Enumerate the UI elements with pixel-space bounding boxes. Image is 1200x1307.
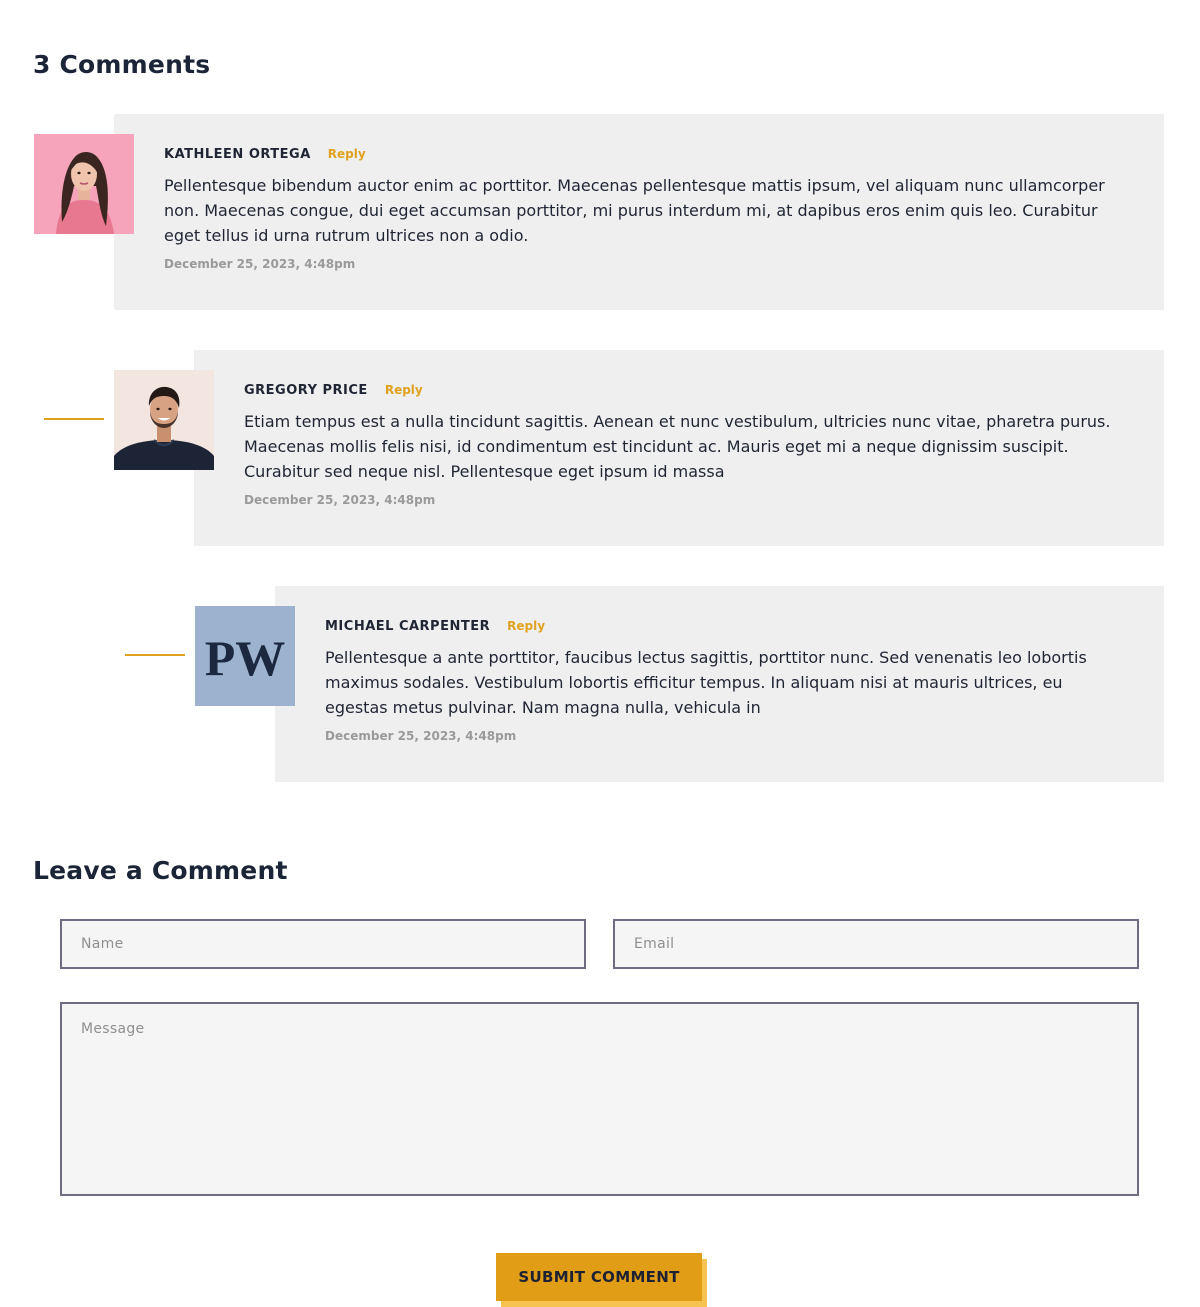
reply-link[interactable]: Reply — [507, 619, 545, 633]
comment-item: GREGORY PRICE Reply Etiam tempus est a n… — [0, 350, 1200, 546]
comment-date: December 25, 2023, 4:48pm — [244, 493, 436, 507]
comment-author: KATHLEEN ORTEGA — [164, 146, 311, 162]
name-input[interactable] — [60, 919, 586, 969]
comment-text: Pellentesque a ante porttitor, faucibus … — [325, 648, 1087, 717]
avatar — [34, 134, 134, 234]
comment-item: PW MICHAEL CARPENTER Reply Pellentesque … — [0, 586, 1200, 782]
submit-button-wrapper: SUBMIT COMMENT — [496, 1253, 707, 1307]
message-textarea[interactable] — [60, 1002, 1139, 1196]
comment-text: Pellentesque bibendum auctor enim ac por… — [164, 176, 1105, 245]
submit-comment-button[interactable]: SUBMIT COMMENT — [496, 1253, 702, 1301]
comment-date: December 25, 2023, 4:48pm — [325, 729, 517, 743]
comments-heading: 3 Comments — [33, 50, 211, 79]
woman-portrait-icon — [34, 134, 134, 234]
man-portrait-icon — [114, 370, 214, 470]
comment-author: MICHAEL CARPENTER — [325, 618, 491, 634]
comment-date: December 25, 2023, 4:48pm — [164, 257, 356, 271]
reply-link[interactable]: Reply — [385, 383, 423, 397]
reply-connector-line — [125, 654, 185, 656]
reply-connector-line — [44, 418, 104, 420]
avatar — [114, 370, 214, 470]
avatar: PW — [195, 606, 295, 706]
leave-comment-heading: Leave a Comment — [33, 856, 288, 885]
comment-author: GREGORY PRICE — [244, 382, 368, 398]
comment-item: KATHLEEN ORTEGA Reply Pellentesque biben… — [0, 114, 1200, 310]
pw-logo-icon: PW — [195, 606, 295, 706]
email-input[interactable] — [613, 919, 1139, 969]
reply-link[interactable]: Reply — [328, 147, 366, 161]
comment-text: Etiam tempus est a nulla tincidunt sagit… — [244, 412, 1111, 481]
pw-logo-text: PW — [205, 630, 286, 686]
